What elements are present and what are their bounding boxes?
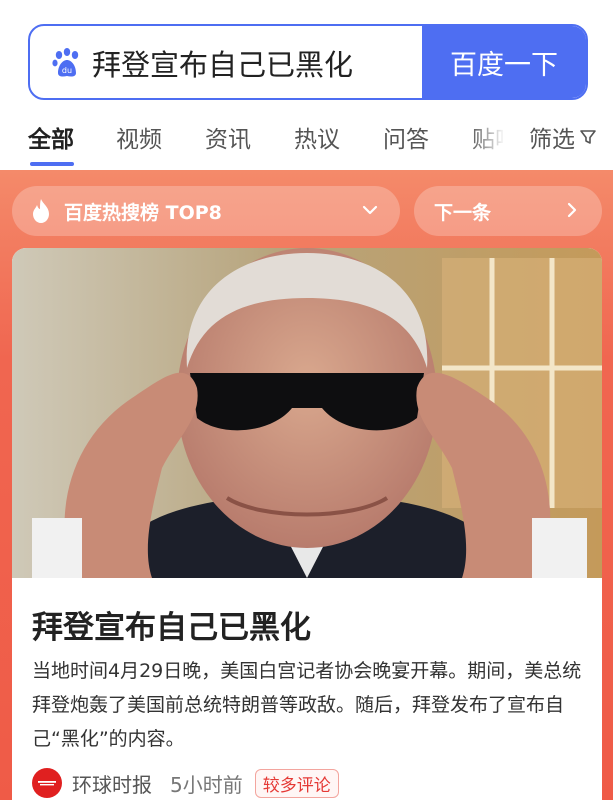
baidu-paw-icon: du xyxy=(52,48,79,77)
news-meta: 环球时报 5小时前 较多评论 xyxy=(32,768,339,798)
filter-label: 筛选 xyxy=(529,127,575,153)
next-item-button[interactable]: 下一条 xyxy=(414,186,602,236)
publish-time: 5小时前 xyxy=(170,772,243,797)
svg-text:du: du xyxy=(62,66,72,75)
news-card[interactable]: 拜登宣布自己已黑化 当地时间4月29日晚，美国白宫记者协会晚宴开幕。期间，美总统… xyxy=(12,248,602,800)
funnel-icon xyxy=(580,130,596,144)
search-input[interactable] xyxy=(92,43,422,83)
search-button[interactable]: 百度一下 xyxy=(422,26,586,98)
chevron-down-icon xyxy=(362,205,378,215)
filter-button[interactable]: 筛选 xyxy=(523,120,597,154)
comments-badge: 较多评论 xyxy=(254,768,339,798)
flame-icon xyxy=(33,199,49,223)
tab-news[interactable]: 资讯 xyxy=(205,120,251,154)
tab-discussion[interactable]: 热议 xyxy=(294,120,340,154)
hot-search-section: 百度热搜榜 TOP8 下一条 拜登宣布自己已黑化 当地时间4月29日晚，美国白宫… xyxy=(0,170,613,800)
news-photo[interactable] xyxy=(12,248,602,578)
tab-video[interactable]: 视频 xyxy=(116,120,162,154)
search-bar: du 百度一下 xyxy=(28,24,588,100)
news-summary: 当地时间4月29日晚，美国白宫记者协会晚宴开幕。期间，美总统拜登炮轰了美国前总统… xyxy=(32,660,582,750)
result-tabs: 全部 视频 资讯 热议 问答 贴吧 筛选 xyxy=(0,112,613,168)
news-title[interactable]: 拜登宣布自己已黑化 xyxy=(32,602,311,647)
active-tab-indicator xyxy=(30,162,74,166)
source-logo-icon xyxy=(32,768,62,798)
source-name[interactable]: 环球时报 xyxy=(72,769,152,798)
tab-qa[interactable]: 问答 xyxy=(383,120,429,154)
hot-list-dropdown[interactable]: 百度热搜榜 TOP8 xyxy=(12,186,400,236)
tab-all[interactable]: 全部 xyxy=(28,120,74,154)
chevron-right-icon xyxy=(567,202,577,218)
tabs-fade xyxy=(470,112,520,168)
hot-list-label: 百度热搜榜 TOP8 xyxy=(64,201,222,224)
next-item-label: 下一条 xyxy=(434,201,492,224)
